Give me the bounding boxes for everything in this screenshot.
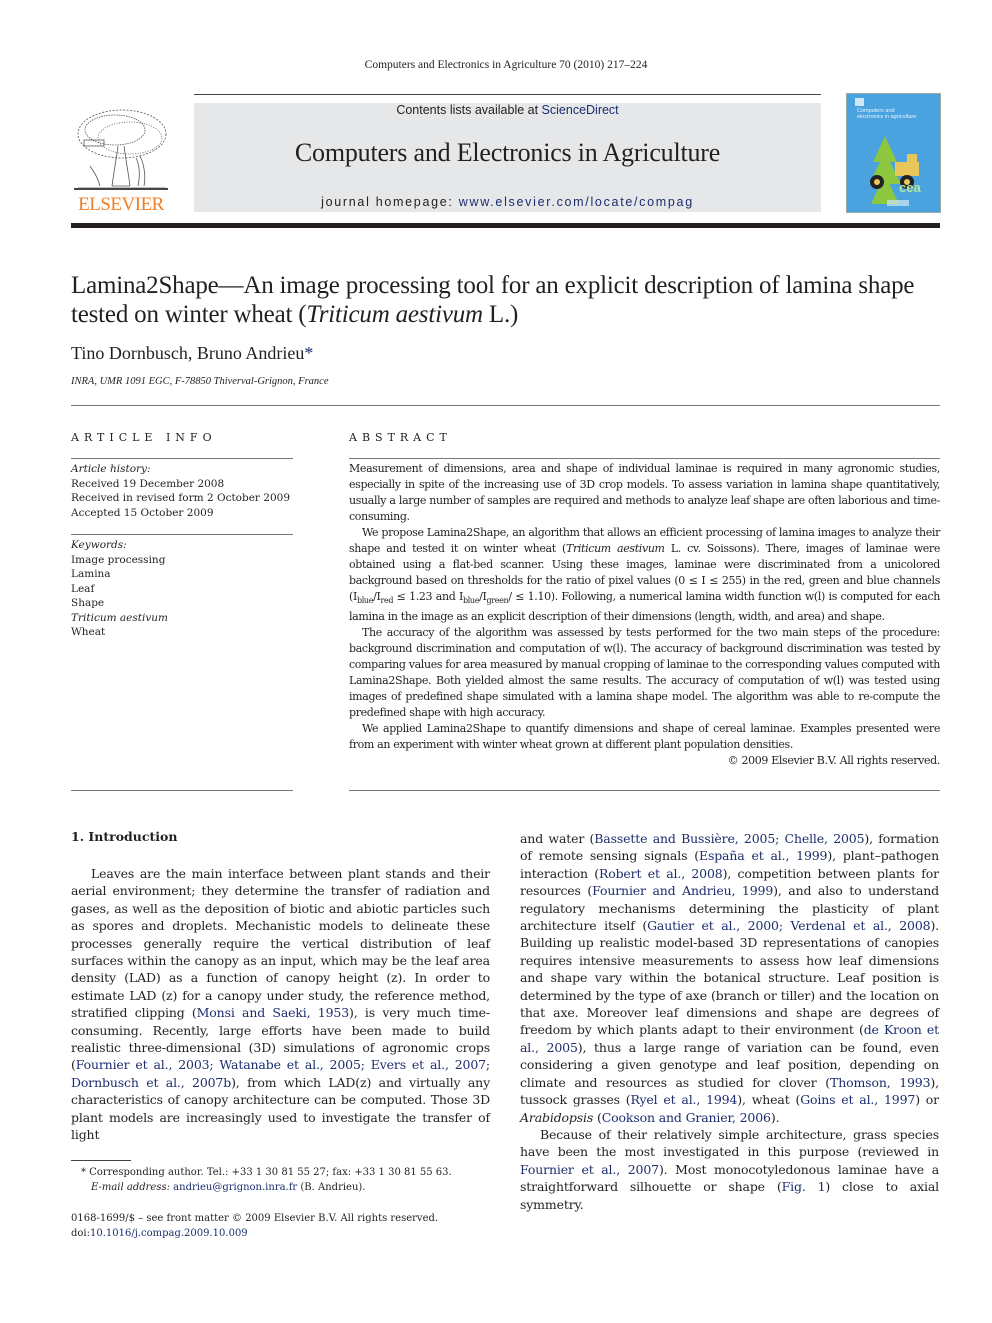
abstract-rule (349, 458, 940, 459)
email-link[interactable]: andrieu@grignon.inra.fr (173, 1182, 297, 1193)
corresponding-author-footnote: * Corresponding author. Tel.: +33 1 30 8… (71, 1166, 501, 1195)
accepted-date: Accepted 15 October 2009 (71, 506, 214, 519)
body-paragraph: Leaves are the main interface between pl… (71, 866, 490, 1143)
keywords-rule (71, 534, 293, 535)
citation-link[interactable]: Thomson, 1993 (830, 1075, 931, 1090)
homepage-prefix: journal homepage: (321, 195, 459, 209)
body-paragraph: Because of their relatively simple archi… (520, 1126, 939, 1212)
article-history: Article history: Received 19 December 20… (71, 462, 301, 520)
citation-link[interactable]: Goins et al., 1997 (800, 1092, 915, 1107)
copyright-notice: © 2009 Elsevier B.V. All rights reserved… (727, 754, 941, 768)
keyword: Wheat (71, 626, 106, 638)
citation-link[interactable]: Cookson and Granier, 2006 (602, 1110, 771, 1125)
citation-link[interactable]: Fournier et al., 2007 (520, 1162, 659, 1177)
title-text-end: L.) (482, 301, 519, 328)
article-info-end-rule (71, 790, 293, 791)
article-title: Lamina2Shape—An image processing tool fo… (71, 271, 951, 329)
citation-link[interactable]: España et al., 1999 (699, 848, 828, 863)
abstract-body: Measurement of dimensions, area and shap… (349, 461, 940, 769)
abstract-paragraph: We propose Lamina2Shape, an algorithm th… (349, 526, 940, 624)
article-info-rule (71, 458, 293, 459)
abstract-end-rule (349, 790, 940, 791)
title-bottom-rule (71, 405, 940, 406)
citation-link[interactable]: Monsi and Saeki, 1953 (197, 1005, 350, 1020)
body-paragraph: and water (Bassette and Bussière, 2005; … (520, 831, 939, 1125)
section-heading-introduction: 1. Introduction (71, 829, 178, 844)
contents-line: Contents lists available at ScienceDirec… (194, 103, 821, 117)
authors: Tino Dornbusch, Bruno Andrieu (71, 343, 305, 363)
corresponding-author-mark[interactable]: * (304, 343, 313, 363)
running-header: Computers and Electronics in Agriculture… (364, 59, 648, 71)
citation-link[interactable]: Ryel et al., 1994 (630, 1092, 737, 1107)
keyword: Triticum aestivum (71, 611, 168, 624)
abstract-heading: ABSTRACT (349, 431, 452, 444)
sciencedirect-link[interactable]: ScienceDirect (542, 103, 619, 117)
keywords: Keywords: Image processing Lamina Leaf S… (71, 538, 301, 640)
keyword: Leaf (71, 582, 95, 595)
journal-cover-thumbnail[interactable]: Computers and electronics in agriculture… (846, 93, 941, 213)
cover-badge: cea (899, 180, 921, 195)
affiliation: INRA, UMR 1091 EGC, F-78850 Thiverval-Gr… (71, 376, 329, 387)
cover-publisher-mark (855, 98, 864, 106)
cover-tree-tractor-icon (869, 136, 919, 206)
keyword: Shape (71, 597, 105, 609)
history-label: Article history: (71, 463, 151, 475)
journal-homepage-link[interactable]: www.elsevier.com/locate/compag (459, 195, 694, 209)
footnote-contact: * Corresponding author. Tel.: +33 1 30 8… (81, 1167, 452, 1178)
abstract-paragraph: The accuracy of the algorithm was assess… (349, 626, 940, 720)
received-date: Received 19 December 2008 (71, 477, 225, 490)
cover-title: Computers and electronics in agriculture (857, 108, 917, 120)
journal-homepage: journal homepage: www.elsevier.com/locat… (194, 195, 821, 209)
doi-link[interactable]: 10.1016/j.compag.2009.10.009 (90, 1228, 248, 1239)
body-column-left: Leaves are the main interface between pl… (71, 865, 490, 1144)
issn-line: 0168-1699/$ – see front matter © 2009 El… (71, 1213, 439, 1224)
citation-link[interactable]: Bassette and Bussière, 2005; Chelle, 200… (594, 831, 864, 846)
footnote-rule (71, 1160, 131, 1161)
figure-link[interactable]: Fig. 1 (782, 1179, 826, 1194)
revised-date: Received in revised form 2 October 2009 (71, 492, 291, 504)
keywords-label: Keywords: (71, 539, 127, 551)
abstract-paragraph: We applied Lamina2Shape to quantify dime… (349, 722, 940, 752)
title-species: Triticum aestivum (306, 301, 483, 328)
header-rule (194, 94, 821, 95)
article-info-heading: ARTICLE INFO (71, 431, 217, 444)
front-matter: 0168-1699/$ – see front matter © 2009 El… (71, 1211, 501, 1241)
body-column-right: and water (Bassette and Bussière, 2005; … (520, 830, 939, 1213)
citation-link[interactable]: Gautier et al., 2000; Verdenal et al., 2… (647, 918, 931, 933)
journal-title: Computers and Electronics in Agriculture (294, 138, 721, 167)
masthead-bottom-rule (71, 223, 940, 228)
elsevier-logo-text: ELSEVIER (78, 194, 164, 215)
contents-prefix: Contents lists available at (396, 103, 542, 117)
citation-link[interactable]: Fournier and Andrieu, 1999 (592, 883, 773, 898)
author-list: Tino Dornbusch, Bruno Andrieu* (71, 343, 313, 364)
citation-link[interactable]: Robert et al., 2008 (599, 866, 723, 881)
keyword: Lamina (71, 568, 111, 580)
footnote-email: E-mail address: andrieu@grignon.inra.fr … (91, 1181, 366, 1193)
keyword: Image processing (71, 553, 166, 566)
doi-line: doi:10.1016/j.compag.2009.10.009 (71, 1228, 248, 1239)
abstract-paragraph: Measurement of dimensions, area and shap… (349, 462, 940, 523)
